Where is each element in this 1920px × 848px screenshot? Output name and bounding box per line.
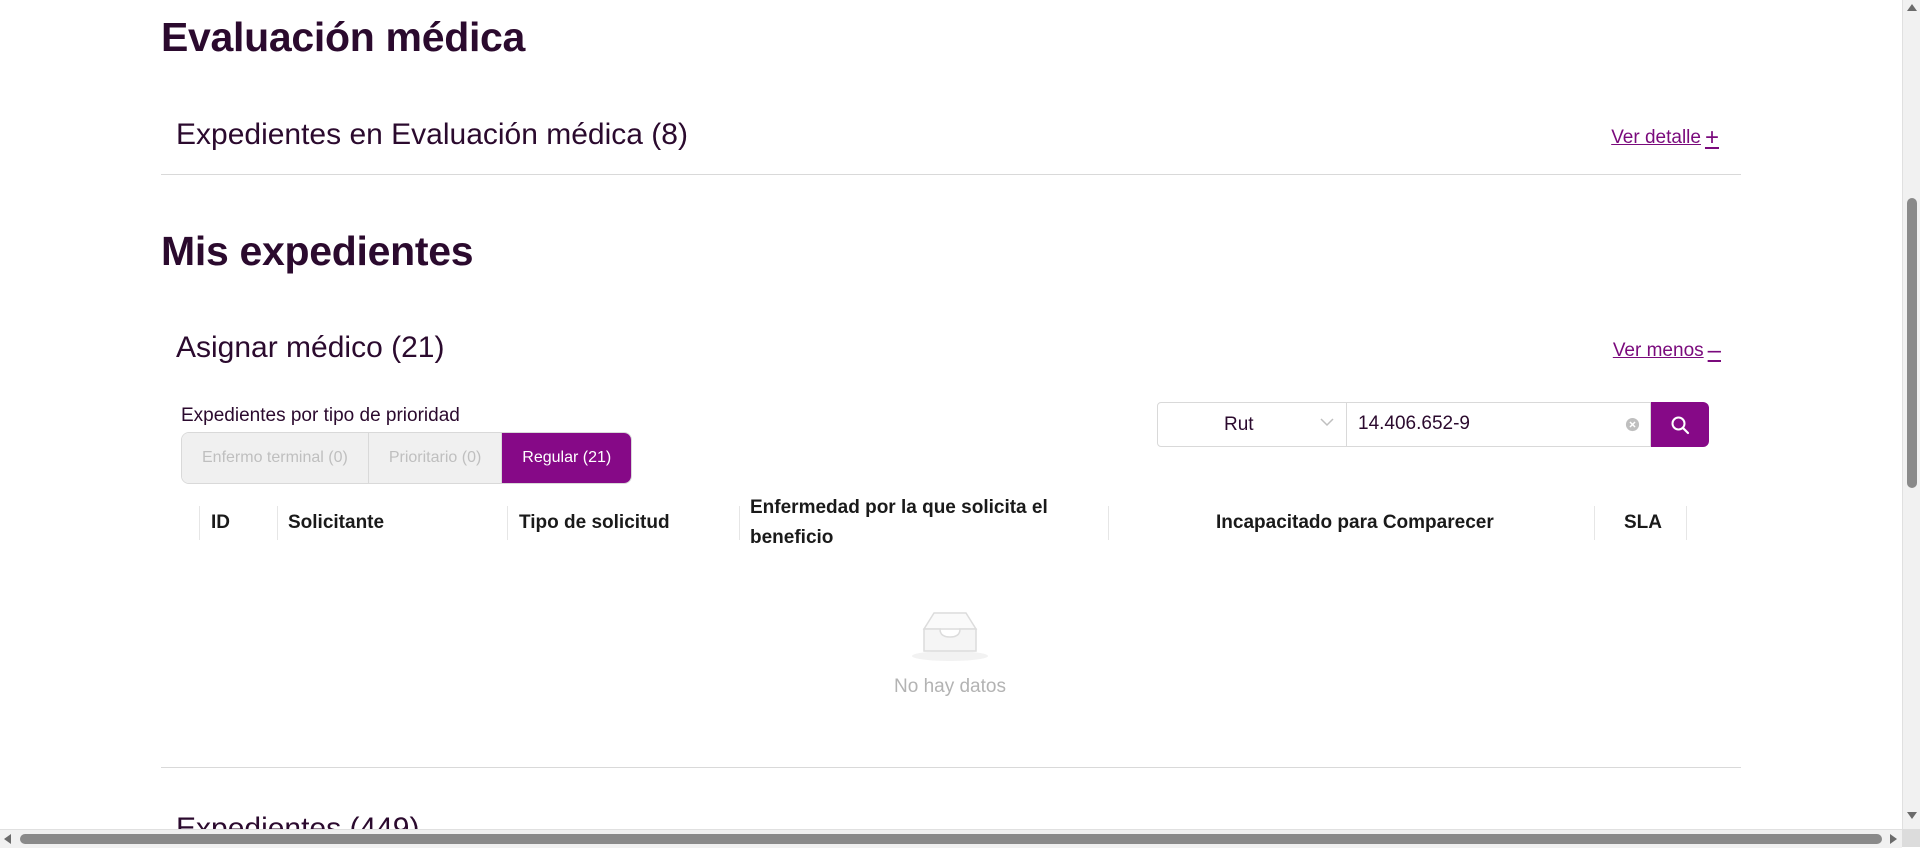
inbox-icon (912, 612, 988, 661)
column-separator (199, 506, 200, 540)
divider (161, 767, 1741, 768)
column-header-solicitante[interactable]: Solicitante (288, 490, 384, 556)
panel-header-evaluacion: Expedientes en Evaluación médica (8) Ver… (161, 110, 1741, 170)
priority-label: Expedientes por tipo de prioridad (181, 405, 460, 426)
vertical-scroll-thumb[interactable] (1907, 198, 1917, 488)
priority-tabs: Enfermo terminal (0) Prioritario (0) Reg… (181, 432, 633, 484)
empty-text: No hay datos (894, 676, 1006, 697)
ver-detalle-label: Ver detalle (1611, 127, 1701, 148)
section-title-mis-expedientes: Mis expedientes (161, 228, 474, 274)
column-header-enfermedad[interactable]: Enfermedad por la que solicita el benefi… (750, 490, 1090, 556)
tab-regular[interactable]: Regular (21) (502, 433, 632, 483)
column-separator (1686, 506, 1687, 540)
column-separator (1594, 506, 1595, 540)
column-header-sla[interactable]: SLA (1624, 490, 1662, 556)
ver-menos-label: Ver menos (1612, 340, 1704, 361)
column-separator (739, 506, 740, 540)
panel-title-evaluacion: Expedientes en Evaluación médica (8) (176, 118, 688, 151)
ver-detalle-link[interactable]: Ver detalle + (1611, 126, 1719, 150)
panel-title-asignar: Asignar médico (21) (176, 331, 445, 364)
filter-select[interactable]: Rut (1157, 402, 1347, 447)
search-input-wrapper (1347, 402, 1651, 447)
horizontal-scrollbar[interactable] (0, 829, 1902, 848)
panel-header-asignar: Asignar médico (21) Ver menos – (161, 323, 1741, 383)
chevron-down-icon (1320, 418, 1334, 427)
plus-icon: + (1704, 124, 1719, 151)
column-separator (507, 506, 508, 540)
scrollbar-corner (1902, 829, 1920, 847)
divider (161, 174, 1741, 175)
vertical-scrollbar[interactable] (1902, 0, 1920, 829)
filter-select-value: Rut (1224, 414, 1254, 435)
column-header-incapacitado[interactable]: Incapacitado para Comparecer (1216, 490, 1494, 556)
panel-title-expedientes: Expedientes (449) (176, 812, 420, 829)
scroll-right-arrow-icon[interactable] (1890, 834, 1897, 844)
minus-icon: – (1707, 337, 1721, 364)
tab-prioritario[interactable]: Prioritario (0) (368, 433, 503, 483)
column-separator (277, 506, 278, 540)
column-header-tipo-solicitud[interactable]: Tipo de solicitud (519, 490, 670, 556)
scroll-down-arrow-icon[interactable] (1907, 812, 1917, 819)
ver-menos-link[interactable]: Ver menos – (1613, 339, 1721, 363)
table-header: ID Solicitante Tipo de solicitud Enferme… (199, 490, 1687, 556)
column-separator (1108, 506, 1109, 540)
tab-enfermo-terminal[interactable]: Enfermo terminal (0) (182, 433, 369, 483)
search-group: Rut (1157, 402, 1709, 447)
scroll-left-arrow-icon[interactable] (4, 834, 11, 844)
search-input[interactable] (1347, 403, 1628, 444)
search-button[interactable] (1651, 402, 1709, 447)
empty-state: No hay datos (880, 607, 1020, 698)
scroll-up-arrow-icon[interactable] (1907, 4, 1917, 11)
column-header-id[interactable]: ID (211, 490, 230, 556)
close-circle-icon[interactable] (1625, 417, 1640, 432)
horizontal-scroll-thumb[interactable] (20, 834, 1882, 844)
search-icon (1671, 416, 1690, 434)
page-viewport: Evaluación médica Expedientes en Evaluac… (0, 0, 1902, 829)
section-title-evaluacion: Evaluación médica (161, 14, 526, 60)
